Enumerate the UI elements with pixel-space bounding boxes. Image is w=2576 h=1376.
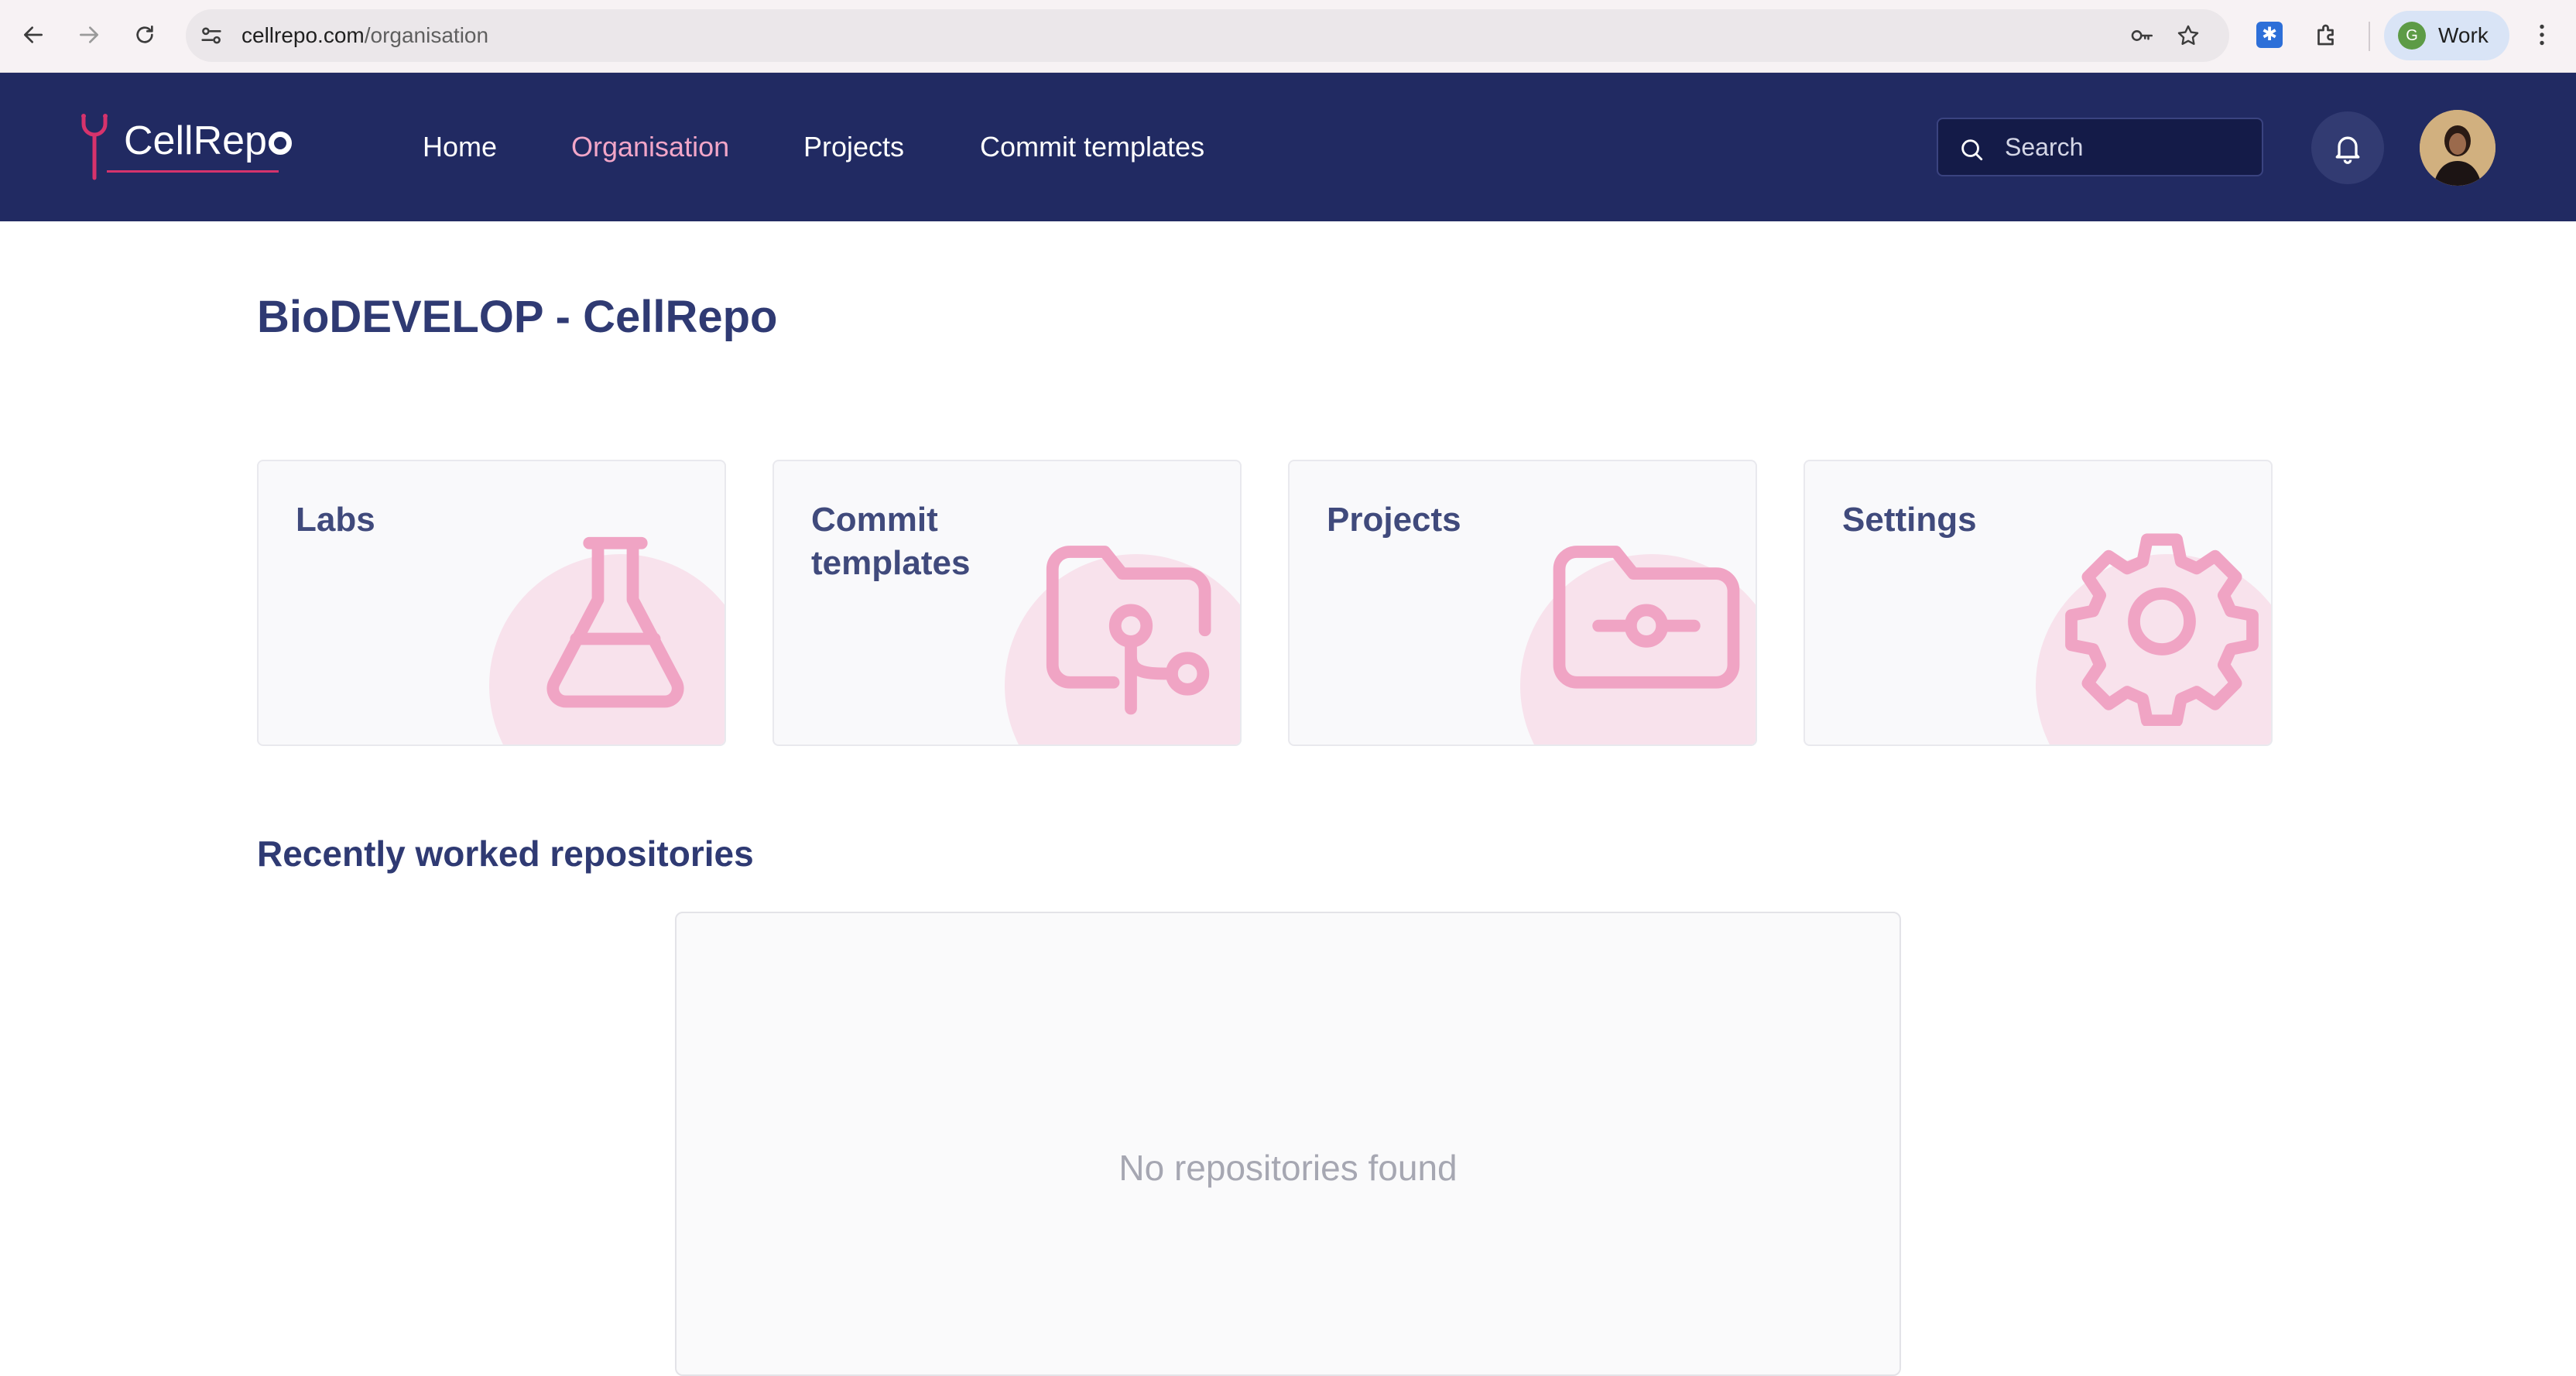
card-commit-templates[interactable]: Commit templates xyxy=(772,460,1242,746)
bookmark-star-icon[interactable] xyxy=(2174,21,2203,50)
logo-underline xyxy=(107,170,279,173)
card-projects-label: Projects xyxy=(1327,501,1461,539)
browser-toolbar: cellrepo.com/organisation ✱ G Work xyxy=(0,0,2576,73)
page-title: BioDEVELOP - CellRepo xyxy=(257,292,778,342)
app-header: CellRep Home Organisation Projects Commi… xyxy=(0,73,2576,221)
browser-menu-icon[interactable] xyxy=(2525,18,2559,52)
url-text[interactable]: cellrepo.com/organisation xyxy=(242,9,488,62)
folder-git-icon xyxy=(1046,546,1211,715)
card-projects[interactable]: Projects xyxy=(1288,460,1757,746)
nav-projects[interactable]: Projects xyxy=(803,73,904,221)
nav-home[interactable]: Home xyxy=(423,73,497,221)
card-settings[interactable]: Settings xyxy=(1804,460,2273,746)
nav-organisation[interactable]: Organisation xyxy=(571,73,729,221)
card-settings-label: Settings xyxy=(1842,501,1977,539)
nav-commit-templates[interactable]: Commit templates xyxy=(980,73,1204,221)
folder-commit-icon xyxy=(1553,546,1740,689)
gear-icon xyxy=(2065,533,2259,726)
site-settings-icon[interactable] xyxy=(198,22,224,49)
logo-o-ring xyxy=(268,132,292,155)
card-commit-templates-label: Commit templates xyxy=(811,501,971,582)
extensions-puzzle-icon[interactable] xyxy=(2310,18,2344,52)
search-input[interactable] xyxy=(2005,119,2252,175)
recent-repositories-panel: No repositories found xyxy=(675,912,1901,1376)
arrow-right-icon xyxy=(80,26,98,43)
cellrepo-logo[interactable]: CellRep xyxy=(79,113,296,183)
bell-icon xyxy=(2335,136,2360,164)
logo-text: CellRep xyxy=(124,118,267,163)
card-labs-label: Labs xyxy=(296,501,375,539)
search-icon xyxy=(1961,139,1983,161)
reload-icon xyxy=(136,26,153,43)
user-photo-icon xyxy=(2420,110,2496,186)
search-box[interactable] xyxy=(1937,118,2263,176)
profile-avatar: G xyxy=(2398,22,2426,50)
address-bar[interactable]: cellrepo.com/organisation xyxy=(186,9,2229,62)
profile-button[interactable]: G Work xyxy=(2384,11,2509,60)
reload-button[interactable] xyxy=(127,17,163,53)
notifications-button[interactable] xyxy=(2311,111,2384,184)
url-host: cellrepo.com xyxy=(242,23,365,47)
profile-label: Work xyxy=(2438,23,2489,47)
card-labs[interactable]: Labs xyxy=(257,460,726,746)
toolbar-divider xyxy=(2369,22,2370,51)
arrow-left-icon xyxy=(24,26,43,43)
extension-icon[interactable]: ✱ xyxy=(2252,18,2287,52)
flask-icon xyxy=(546,536,684,708)
recent-repositories-title: Recently worked repositories xyxy=(257,833,754,874)
back-button[interactable] xyxy=(15,17,51,53)
forward-button[interactable] xyxy=(71,17,107,53)
empty-state-message: No repositories found xyxy=(1118,1148,1458,1188)
password-key-icon[interactable] xyxy=(2127,21,2156,50)
user-avatar[interactable] xyxy=(2420,110,2496,186)
url-path: /organisation xyxy=(364,23,489,47)
